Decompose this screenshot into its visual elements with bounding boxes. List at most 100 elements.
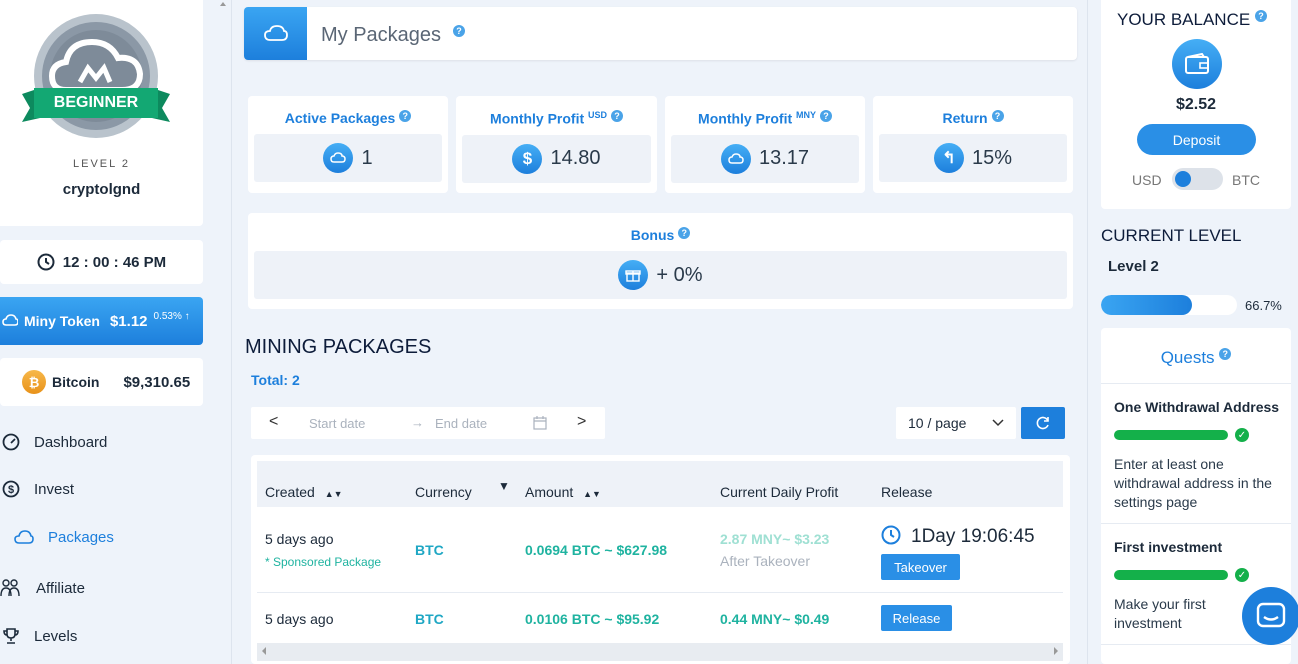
th-currency[interactable]: Currency — [415, 484, 472, 500]
clock-card: 12 : 00 : 46 PM — [0, 240, 203, 284]
th-release: Release — [881, 484, 933, 500]
refresh-button[interactable] — [1021, 407, 1065, 439]
mining-total: Total: 2 — [251, 372, 300, 388]
monthly-profit-usd-card: Monthly Profit USD ? $ 14.80 — [456, 96, 657, 193]
currency-usd-label: USD — [1132, 172, 1162, 188]
unit-usd: USD — [588, 110, 608, 120]
quest-desc: Make your first investment — [1114, 596, 1206, 631]
row1-currency: BTC — [415, 542, 444, 558]
nav-levels-label: Levels — [34, 627, 78, 645]
quest-title: First investment — [1114, 539, 1223, 555]
header-icon-box — [244, 7, 307, 60]
takeover-button[interactable]: Takeover — [881, 554, 960, 580]
return-arrow-icon: ↰ — [933, 143, 964, 173]
quest-title: One Withdrawal Address — [1114, 399, 1280, 415]
calendar-icon — [533, 416, 547, 430]
start-date-input[interactable]: Start date — [309, 416, 365, 431]
nav-invest-label: Invest — [34, 480, 75, 498]
token-price: $1.12 — [109, 312, 148, 330]
help-icon[interactable]: ? — [399, 110, 412, 122]
sort-icon: ▲▼ — [324, 489, 343, 499]
speedometer-icon — [2, 433, 20, 451]
next-arrow-icon[interactable]: > — [577, 413, 586, 431]
quest-progress-bar — [1114, 430, 1228, 440]
cloud-icon — [323, 143, 354, 173]
row1-profit-note: After Takeover — [720, 553, 811, 569]
row2-amount: 0.0106 BTC ~ $95.92 — [525, 611, 660, 627]
horizontal-scrollbar[interactable] — [257, 643, 1063, 661]
end-date-input[interactable]: End date — [435, 416, 487, 431]
date-range-picker[interactable]: < Start date → End date > — [251, 407, 605, 439]
nav-invest[interactable]: $ Invest — [2, 480, 74, 498]
deposit-button[interactable]: Deposit — [1137, 124, 1256, 155]
row1-profit: 2.87 MNY~ $3.23 — [720, 531, 830, 547]
balance-title: YOUR BALANCE ? — [1117, 10, 1267, 30]
return-value: 15% — [971, 146, 1013, 169]
range-arrow-icon: → — [411, 415, 424, 430]
monthly-profit-mny-title: Monthly Profit — [698, 110, 793, 127]
quest-desc: Enter at least one withdrawal address in… — [1114, 456, 1272, 510]
active-packages-card: Active Packages ? 1 — [248, 96, 448, 193]
level-progress-bar — [1101, 295, 1237, 315]
page-title: My Packages — [321, 24, 442, 46]
btc-ticker: ₿ Bitcoin $9,310.65 — [0, 358, 203, 406]
unit-mny: MNY — [796, 110, 817, 120]
nav-dashboard-label: Dashboard — [34, 433, 108, 451]
help-icon[interactable]: ? — [453, 25, 465, 37]
token-change: 0.53% ↑ — [153, 311, 190, 322]
prev-arrow-icon[interactable]: < — [269, 413, 278, 431]
currency-toggle[interactable] — [1172, 168, 1223, 190]
table-row — [257, 592, 1063, 593]
row2-profit: 0.44 MNY~ $0.49 — [720, 611, 830, 627]
th-created[interactable]: Created ▲▼ — [265, 484, 343, 500]
active-packages-title: Active Packages — [284, 110, 396, 126]
wallet-icon — [1172, 39, 1222, 89]
help-icon[interactable]: ? — [610, 110, 623, 122]
filter-icon[interactable]: ▼ — [498, 479, 510, 493]
return-card: Return ? ↰ 15% — [873, 96, 1073, 193]
nav-affiliate[interactable]: Affiliate — [0, 578, 85, 598]
quests-title: Quests ? — [1101, 348, 1291, 368]
clock-time: 12 : 00 : 46 PM — [62, 253, 167, 271]
clock-icon — [881, 525, 901, 545]
current-level-title: CURRENT LEVEL — [1101, 226, 1242, 245]
btc-name: Bitcoin — [52, 374, 100, 390]
users-icon — [0, 579, 20, 597]
row2-currency: BTC — [415, 611, 444, 627]
currency-btc-label: BTC — [1232, 172, 1260, 188]
row2-created: 5 days ago — [265, 611, 334, 627]
token-ticker[interactable]: Miny Token $1.12 0.53% ↑ — [0, 297, 203, 345]
nav-levels[interactable]: Levels — [2, 627, 77, 645]
quest-progress-bar — [1114, 570, 1228, 580]
page-size-select[interactable]: 10 / page — [896, 407, 1016, 439]
nav-packages[interactable]: Packages — [14, 529, 114, 546]
release-button[interactable]: Release — [881, 605, 952, 631]
cloud-icon — [2, 314, 18, 326]
nav-dashboard[interactable]: Dashboard — [2, 433, 107, 451]
help-icon[interactable]: ? — [1254, 10, 1267, 22]
username: cryptolgnd — [62, 181, 141, 198]
check-icon: ✓ — [1235, 428, 1249, 442]
balance-card: YOUR BALANCE ? $2.52 Deposit USD BTC — [1101, 0, 1291, 209]
monthly-profit-usd-title: Monthly Profit — [490, 110, 585, 127]
th-profit: Current Daily Profit — [720, 484, 839, 500]
help-icon[interactable]: ? — [678, 227, 691, 239]
chevron-down-icon — [992, 419, 1004, 427]
svg-text:$: $ — [8, 484, 14, 496]
nav-packages-label: Packages — [48, 529, 114, 546]
help-icon[interactable]: ? — [819, 110, 832, 122]
chat-button[interactable] — [1242, 587, 1298, 645]
help-icon[interactable]: ? — [1219, 348, 1232, 360]
cloud-icon — [720, 143, 751, 174]
token-name: Miny Token — [24, 313, 100, 329]
sidebar-scrollbar[interactable] — [215, 0, 232, 664]
cloud-icon — [263, 24, 288, 41]
th-amount[interactable]: Amount ▲▼ — [525, 484, 601, 500]
monthly-profit-mny-card: Monthly Profit MNY ? 13.17 — [665, 96, 865, 193]
row1-note: * Sponsored Package — [265, 555, 382, 569]
monthly-profit-mny-value: 13.17 — [758, 147, 810, 170]
bonus-card: Bonus ? + 0% — [248, 213, 1073, 309]
beginner-badge: BEGINNER — [22, 12, 170, 146]
page-size-value: 10 / page — [908, 415, 967, 431]
help-icon[interactable]: ? — [991, 110, 1004, 122]
